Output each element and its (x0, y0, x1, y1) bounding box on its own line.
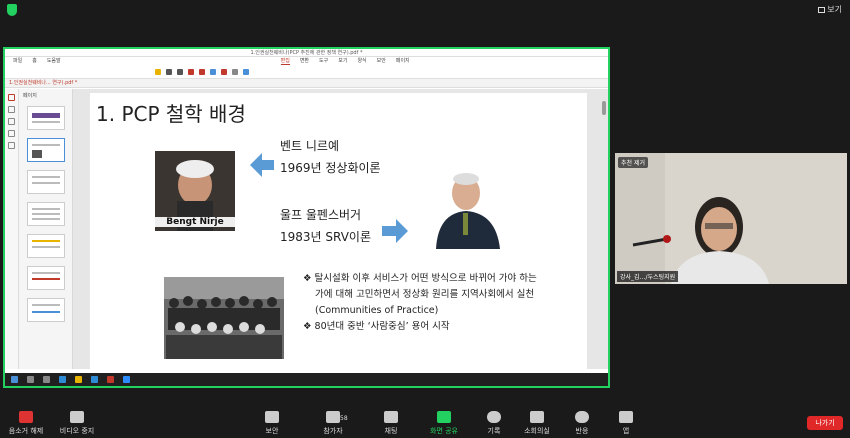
share-screen-icon (437, 411, 451, 423)
page-thumbnail[interactable] (26, 266, 65, 290)
chat-button[interactable]: 채팅 (381, 411, 401, 436)
security-button[interactable]: 보안 (262, 411, 282, 436)
page-thumbnail[interactable] (26, 170, 65, 194)
strike-icon[interactable] (177, 68, 183, 75)
menu-page[interactable]: 페이지 (396, 57, 410, 65)
reaction-icon (575, 411, 589, 423)
menu-home[interactable]: 홈 (32, 57, 37, 65)
attachment-icon[interactable] (8, 130, 15, 137)
icon-rail (5, 89, 19, 369)
windows-taskbar (5, 373, 608, 386)
start-icon[interactable] (11, 376, 18, 383)
leave-button[interactable]: 나가기 (807, 416, 843, 430)
store-icon[interactable] (91, 376, 98, 383)
wolfensberger-photo (430, 169, 504, 249)
microphone-muted-icon (19, 411, 33, 423)
person2-name: 울프 울펜스버거 (280, 208, 362, 222)
bookmark-icon[interactable] (8, 106, 15, 113)
thumbnail-icon[interactable] (8, 94, 15, 101)
bullet-item: ❖ 탈시설화 이후 서비스가 어떤 방식으로 바뀌어 가야 하는가에 대해 고민… (303, 273, 537, 316)
slide-page: 1. PCP 철학 배경 Bengt Nirje 벤트 니르예 1969년 정상… (90, 93, 587, 378)
right-arrow-icon (382, 219, 408, 243)
pdf-menu-bar: 파일 홈 도움말 편집 변환 도구 보기 양식 보안 페이지 (5, 57, 608, 65)
shield-icon (265, 411, 279, 423)
portrait-image (430, 169, 504, 249)
page-thumbnail[interactable] (26, 202, 65, 226)
group-photo (164, 277, 284, 359)
grid-icon (818, 6, 826, 13)
search-panel-icon[interactable] (8, 142, 15, 149)
highlight-icon[interactable] (155, 68, 161, 75)
menu-form[interactable]: 양식 (357, 57, 366, 65)
zoom-control-bar: 음소거 해제 비디오 중지 보안 참가자 58 채팅 화면 공유 기록 소회의실… (0, 405, 850, 438)
menu-file[interactable]: 파일 (13, 57, 22, 65)
zoom-app-icon[interactable] (123, 376, 130, 383)
pdf-window-title: 1.인권실천웨비나(PCP 추진에 관한 정책 연구).pdf * (5, 49, 608, 57)
security-shield-icon[interactable] (7, 4, 17, 16)
scrollbar[interactable] (602, 101, 606, 115)
person1-theory: 1969년 정상화이론 (280, 161, 381, 175)
menu-security[interactable]: 보안 (377, 57, 386, 65)
taskview-icon[interactable] (43, 376, 50, 383)
menu-convert[interactable]: 변환 (300, 57, 309, 65)
person1-name: 벤트 니르예 (280, 139, 340, 153)
stamp-icon[interactable] (221, 68, 227, 75)
shape-icon[interactable] (199, 68, 205, 75)
thumbnail-panel: 페이지 (19, 89, 73, 369)
person2-theory: 1983년 SRV이론 (280, 230, 371, 244)
shared-screen: 1.인권실천웨비나(PCP 추진에 관한 정책 연구).pdf * 파일 홈 도… (3, 47, 610, 388)
menu-tools[interactable]: 도구 (319, 57, 328, 65)
group-image (164, 277, 284, 359)
menu-help[interactable]: 도움말 (47, 57, 61, 65)
comment-icon[interactable] (8, 118, 15, 125)
textbox-icon[interactable] (210, 68, 216, 75)
speaker-name: 강사_김…/두스팅지원 (617, 271, 679, 282)
bullet-item: ❖ 80년대 중반 ‘사람중심’ 용어 시작 (303, 321, 450, 332)
pdf-body: 페이지 1. PCP 철학 배경 Bengt Nirje 벤트 니르예 1969… (5, 89, 608, 378)
photo-caption: Bengt Nirje (155, 217, 235, 227)
breakout-icon (530, 411, 544, 423)
search-icon[interactable] (243, 68, 249, 75)
page-thumbnail[interactable] (26, 106, 65, 130)
reactions-button[interactable]: 반응 (572, 411, 592, 436)
apps-icon (619, 411, 633, 423)
pdf-toolbar (5, 65, 608, 79)
menu-view[interactable]: 보기 (338, 57, 347, 65)
slide-title: 1. PCP 철학 배경 (96, 102, 246, 126)
search-icon[interactable] (27, 376, 34, 383)
edge-icon[interactable] (59, 376, 66, 383)
zoom-top-bar: 보기 (0, 0, 850, 22)
pdf-app-icon[interactable] (107, 376, 114, 383)
remove-spotlight-badge[interactable]: 추천 제거 (618, 157, 648, 168)
bullet-list: ❖ 탈시설화 이후 서비스가 어떤 방식으로 바뀌어 가야 하는가에 대해 고민… (303, 271, 543, 335)
record-icon (487, 411, 501, 423)
share-screen-button[interactable]: 화면 공유 (428, 411, 460, 436)
view-button[interactable]: 보기 (818, 4, 842, 15)
record-button[interactable]: 기록 (484, 411, 504, 436)
pdf-tab[interactable]: 1.인권실천웨비나... 연구).pdf * (5, 79, 608, 88)
menu-edit[interactable]: 편집 (280, 57, 290, 65)
participants-count: 58 (340, 415, 348, 422)
page-thumbnail[interactable] (26, 298, 65, 322)
breakout-rooms-button[interactable]: 소회의실 (522, 411, 552, 436)
page-thumbnail[interactable] (26, 138, 65, 162)
underline-icon[interactable] (166, 68, 172, 75)
bengt-nirje-photo: Bengt Nirje (155, 151, 235, 231)
chat-icon (384, 411, 398, 423)
eraser-icon[interactable] (232, 68, 238, 75)
stop-video-button[interactable]: 비디오 중지 (57, 411, 97, 436)
camera-icon (70, 411, 84, 423)
speaker-video: 추천 제거 강사_김…/두스팅지원 (615, 153, 847, 284)
speaker-image (615, 153, 847, 284)
apps-button[interactable]: 앱 (616, 411, 636, 436)
pen-icon[interactable] (188, 68, 194, 75)
thumbnail-header: 페이지 (23, 93, 37, 99)
page-thumbnail[interactable] (26, 234, 65, 258)
folder-icon[interactable] (75, 376, 82, 383)
left-arrow-icon (250, 153, 274, 177)
unmute-button[interactable]: 음소거 해제 (6, 411, 46, 436)
participants-icon (326, 411, 340, 423)
